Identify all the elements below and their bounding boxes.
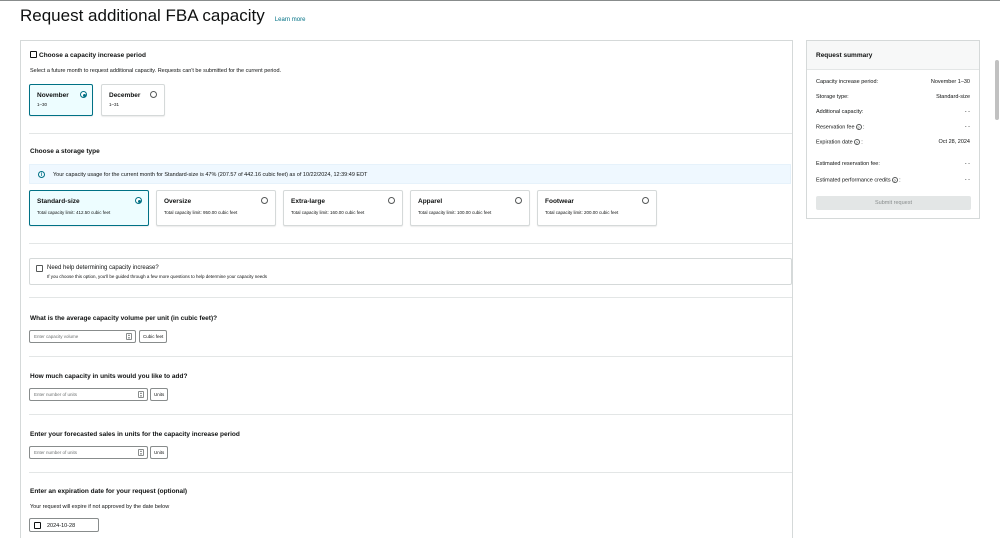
storage-option-footwear[interactable]: Footwear Total capacity limit: 200.00 cu… (537, 190, 657, 226)
help-icon[interactable]: ? (891, 177, 898, 183)
capacity-volume-input[interactable]: Enter capacity volume ▲ ▼ (29, 330, 136, 343)
help-icon[interactable]: ? (853, 139, 860, 145)
page-title: Request additional FBA capacity (20, 6, 265, 25)
storage-option-name: Apparel (418, 198, 443, 205)
storage-section-title: Choose a storage type (30, 148, 100, 155)
stepper-icon[interactable]: ▲ ▼ (138, 391, 144, 398)
stepper-icon[interactable]: ▲ ▼ (138, 449, 144, 456)
summary-row-additional-capacity: Additional capacity: - - (816, 109, 970, 115)
cubic-feet-unit: Cubic feet (139, 330, 168, 343)
section-divider (29, 243, 792, 244)
storage-option-name: Oversize (164, 198, 192, 205)
radio-button[interactable] (261, 197, 268, 204)
units-unit: Units (150, 446, 169, 459)
summary-value: Oct 28, 2024 (938, 139, 971, 145)
section-divider (29, 414, 792, 415)
help-icon[interactable]: ? (855, 124, 862, 130)
storage-option-apparel[interactable]: Apparel Total capacity limit: 100.00 cub… (410, 190, 530, 226)
calendar-icon (30, 51, 37, 58)
storage-option-name: Extra-large (291, 198, 325, 205)
summary-row-period: Capacity increase period: November 1–30 (816, 79, 970, 85)
alert-text: Your capacity usage for the current mont… (53, 172, 368, 178)
radio-button[interactable] (80, 91, 87, 98)
expiration-title: Enter an expiration date for your reques… (30, 488, 188, 495)
storage-option-oversize[interactable]: Oversize Total capacity limit: 950.00 cu… (156, 190, 276, 226)
section-divider (29, 356, 792, 357)
radio-button[interactable] (388, 197, 395, 204)
summary-label: Reservation fee (816, 124, 855, 131)
help-option[interactable]: Need help determining capacity increase?… (29, 258, 792, 285)
storage-option-limit: Total capacity limit: 950.00 cubic feet (164, 210, 238, 215)
summary-value: - - (964, 161, 970, 167)
calendar-icon[interactable] (34, 522, 41, 529)
section-divider (29, 297, 792, 298)
help-label: Need help determining capacity increase? (47, 265, 159, 271)
summary-label: Additional capacity: (816, 109, 864, 115)
page-scrollbar[interactable] (994, 0, 1000, 538)
expiration-date-value: 2024-10-28 (47, 522, 76, 529)
submit-request-button[interactable]: Submit request (816, 196, 971, 210)
learn-more-link[interactable]: Learn more (275, 17, 306, 23)
period-title-text: Choose a capacity increase period (39, 52, 146, 59)
period-option-month: November (37, 92, 69, 99)
page-header: Request additional FBA capacity Learn mo… (20, 6, 305, 26)
radio-button[interactable] (642, 197, 649, 204)
forecast-units-input[interactable]: Enter number of units ▲ ▼ (29, 446, 148, 459)
input-placeholder: Enter number of units (34, 392, 78, 397)
summary-row-reservation-fee: Reservation fee? : - - (816, 124, 970, 131)
period-option-month: December (109, 92, 141, 99)
summary-value: - - (964, 109, 970, 115)
storage-option-limit: Total capacity limit: 412.50 cubic feet (37, 210, 111, 215)
volume-title: What is the average capacity volume per … (30, 315, 218, 322)
radio-button[interactable] (135, 197, 142, 204)
summary-row-expiration-date: Expiration date? : Oct 28, 2024 (816, 139, 971, 146)
summary-value: November 1–30 (930, 79, 970, 85)
summary-label: Storage type: (816, 94, 849, 100)
capacity-usage-alert: i Your capacity usage for the current mo… (29, 164, 791, 184)
summary-label: Expiration date (816, 139, 853, 146)
stepper-icon[interactable]: ▲ ▼ (126, 333, 132, 340)
input-placeholder: Enter capacity volume (34, 334, 79, 339)
summary-label: Estimated performance credits (816, 177, 891, 184)
summary-row-est-reservation-fee: Estimated reservation fee: - - (816, 161, 970, 167)
period-option-december[interactable]: December 1–31 (101, 84, 165, 116)
capacity-units-input[interactable]: Enter number of units ▲ ▼ (29, 388, 148, 401)
help-sublabel: If you choose this option, you'll be gui… (47, 274, 267, 279)
expiration-date-input[interactable]: 2024-10-28 (29, 518, 99, 532)
help-checkbox[interactable] (36, 265, 43, 272)
storage-option-limit: Total capacity limit: 100.00 cubic feet (418, 210, 492, 215)
scrollbar-thumb[interactable] (995, 60, 999, 120)
forecast-title: Enter your forecasted sales in units for… (30, 431, 240, 438)
storage-option-extra-large[interactable]: Extra-large Total capacity limit: 160.00… (283, 190, 403, 226)
period-description: Select a future month to request additio… (30, 68, 282, 74)
period-option-range: 1–31 (109, 102, 120, 107)
expiration-description: Your request will expire if not approved… (30, 504, 170, 510)
summary-row-storage-type: Storage type: Standard-size (816, 94, 970, 100)
summary-value: - - (964, 177, 970, 183)
period-section-title: Choose a capacity increase period (30, 51, 146, 59)
storage-option-limit: Total capacity limit: 160.00 cubic feet (291, 210, 365, 215)
summary-title: Request summary (807, 41, 979, 70)
period-option-range: 1–30 (37, 102, 48, 107)
radio-button[interactable] (150, 91, 157, 98)
storage-option-limit: Total capacity limit: 200.00 cubic feet (545, 210, 619, 215)
request-summary-panel: Request summary Capacity increase period… (806, 40, 980, 219)
summary-value: Standard-size (936, 94, 970, 100)
storage-option-name: Standard-size (37, 198, 80, 205)
units-unit: Units (150, 388, 169, 401)
capacity-units-title: How much capacity in units would you lik… (30, 373, 188, 380)
summary-value: - - (964, 124, 970, 130)
summary-row-est-performance-credits: Estimated performance credits? : - - (816, 177, 970, 184)
section-divider (29, 133, 792, 134)
info-icon: i (38, 171, 45, 178)
storage-option-standard-size[interactable]: Standard-size Total capacity limit: 412.… (29, 190, 149, 226)
period-option-november[interactable]: November 1–30 (29, 84, 93, 116)
summary-label: Estimated reservation fee: (816, 161, 880, 167)
top-border (0, 0, 1000, 1)
summary-label: Capacity increase period: (816, 79, 879, 85)
storage-option-name: Footwear (545, 198, 574, 205)
radio-button[interactable] (515, 197, 522, 204)
input-placeholder: Enter number of units (34, 450, 78, 455)
section-divider (29, 472, 792, 473)
